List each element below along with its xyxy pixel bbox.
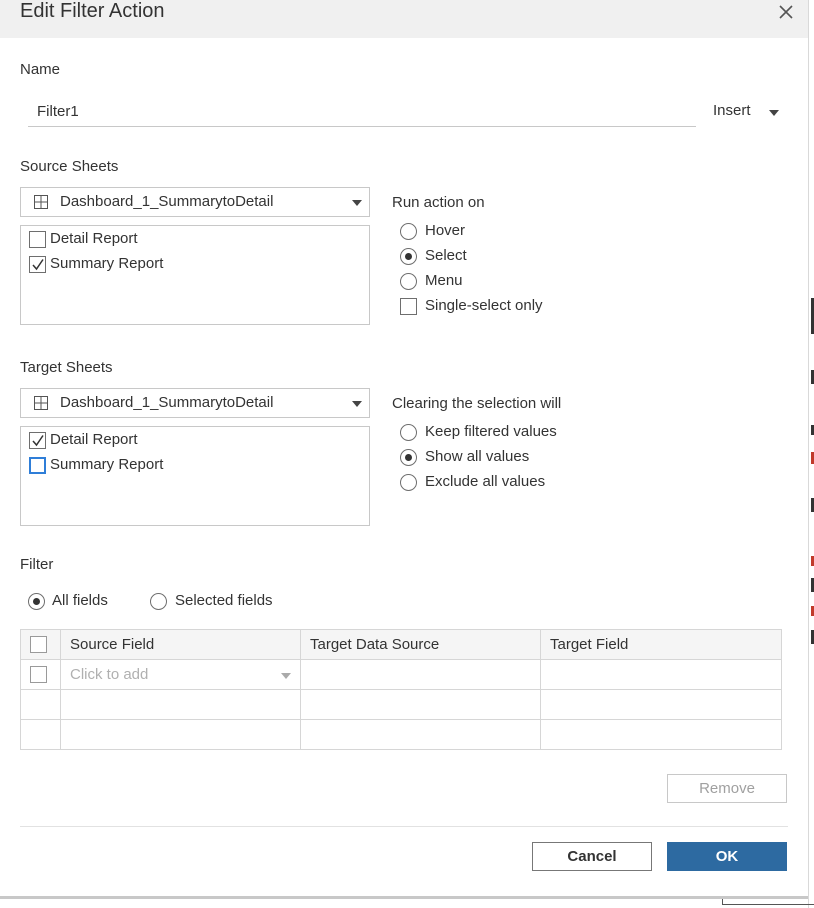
source-sheets-label: Source Sheets	[20, 158, 119, 175]
name-label: Name	[20, 61, 61, 78]
table-header-row: Source Field Target Data Source Target F…	[20, 629, 782, 660]
clearing-exclude-all-radio[interactable]	[400, 474, 417, 491]
source-sheets-dropdown[interactable]: Dashboard_1_SummarytoDetail	[20, 187, 370, 217]
source-detail-report-label: Detail Report	[50, 230, 138, 247]
run-action-label: Run action on	[392, 194, 485, 211]
source-summary-report-checkbox[interactable]	[29, 256, 46, 273]
selected-fields-label: Selected fields	[175, 592, 273, 609]
run-action-menu-label: Menu	[425, 272, 463, 289]
target-summary-report-label: Summary Report	[50, 456, 164, 473]
all-fields-radio[interactable]	[28, 593, 45, 610]
clearing-show-all-radio[interactable]	[400, 449, 417, 466]
row-checkbox[interactable]	[30, 666, 47, 684]
empty-cell	[20, 719, 61, 750]
clearing-keep-filtered-label: Keep filtered values	[425, 423, 557, 440]
source-summary-report-label: Summary Report	[50, 255, 164, 272]
empty-cell	[540, 719, 782, 750]
click-to-add-cell[interactable]: Click to add	[60, 659, 301, 690]
filter-label: Filter	[20, 556, 54, 573]
target-detail-report-label: Detail Report	[50, 431, 138, 448]
target-sheets-value: Dashboard_1_SummarytoDetail	[60, 394, 274, 411]
single-select-checkbox[interactable]	[400, 298, 417, 315]
run-action-hover-radio[interactable]	[400, 223, 417, 240]
empty-cell	[60, 719, 301, 750]
clearing-exclude-all-label: Exclude all values	[425, 473, 546, 490]
empty-cell	[540, 689, 782, 720]
remove-button[interactable]: Remove	[667, 774, 787, 803]
select-all-cell[interactable]	[20, 629, 61, 660]
field-mapping-table: Source Field Target Data Source Target F…	[20, 629, 782, 750]
checkmark-icon	[32, 435, 44, 447]
target-detail-report-checkbox[interactable]	[29, 432, 46, 449]
run-action-hover-label: Hover	[425, 222, 466, 239]
close-icon[interactable]	[776, 2, 796, 22]
target-sheets-list: Detail Report Summary Report	[20, 426, 370, 526]
run-action-menu-radio[interactable]	[400, 273, 417, 290]
target-field-cell[interactable]	[540, 659, 782, 690]
dialog-title: Edit Filter Action	[20, 0, 165, 22]
checkmark-icon	[32, 259, 44, 271]
insert-label: Insert	[713, 102, 751, 119]
column-target-data-source: Target Data Source	[300, 629, 541, 660]
target-sheets-label: Target Sheets	[20, 359, 113, 376]
source-detail-report-checkbox[interactable]	[29, 231, 46, 248]
chevron-down-icon	[281, 673, 291, 679]
all-fields-label: All fields	[52, 592, 108, 609]
background-window-edge	[808, 0, 814, 908]
empty-cell	[60, 689, 301, 720]
single-select-label: Single-select only	[425, 297, 543, 314]
target-sheets-dropdown[interactable]: Dashboard_1_SummarytoDetail	[20, 388, 370, 418]
row-select-cell[interactable]	[20, 659, 61, 690]
source-sheets-list: Detail Report Summary Report	[20, 225, 370, 325]
insert-chevron-down-icon[interactable]	[769, 110, 779, 116]
run-action-select-label: Select	[425, 247, 467, 264]
empty-cell	[300, 719, 541, 750]
source-sheets-value: Dashboard_1_SummarytoDetail	[60, 193, 274, 210]
insert-dropdown[interactable]: Insert	[713, 102, 751, 119]
table-row: Click to add	[20, 659, 782, 690]
background-window-corner	[722, 899, 814, 905]
dialog-shadow	[0, 896, 808, 899]
column-source-field: Source Field	[60, 629, 301, 660]
chevron-down-icon	[352, 401, 362, 407]
name-field[interactable]: Filter1	[28, 96, 696, 127]
column-target-field: Target Field	[540, 629, 782, 660]
dashboard-grid-icon	[34, 195, 48, 209]
empty-cell	[300, 689, 541, 720]
empty-cell	[20, 689, 61, 720]
select-all-checkbox[interactable]	[30, 636, 47, 654]
dashboard-grid-icon	[34, 396, 48, 410]
table-row	[20, 719, 782, 750]
chevron-down-icon	[352, 200, 362, 206]
target-summary-report-checkbox[interactable]	[29, 457, 46, 474]
footer-divider	[20, 826, 788, 827]
clearing-keep-filtered-radio[interactable]	[400, 424, 417, 441]
clearing-label: Clearing the selection will	[392, 395, 562, 412]
table-row	[20, 689, 782, 720]
clearing-show-all-label: Show all values	[425, 448, 530, 465]
run-action-select-radio[interactable]	[400, 248, 417, 265]
ok-button[interactable]: OK	[667, 842, 787, 871]
cancel-button[interactable]: Cancel	[532, 842, 652, 871]
click-to-add-placeholder: Click to add	[70, 666, 149, 683]
selected-fields-radio[interactable]	[150, 593, 167, 610]
target-data-source-cell[interactable]	[300, 659, 541, 690]
